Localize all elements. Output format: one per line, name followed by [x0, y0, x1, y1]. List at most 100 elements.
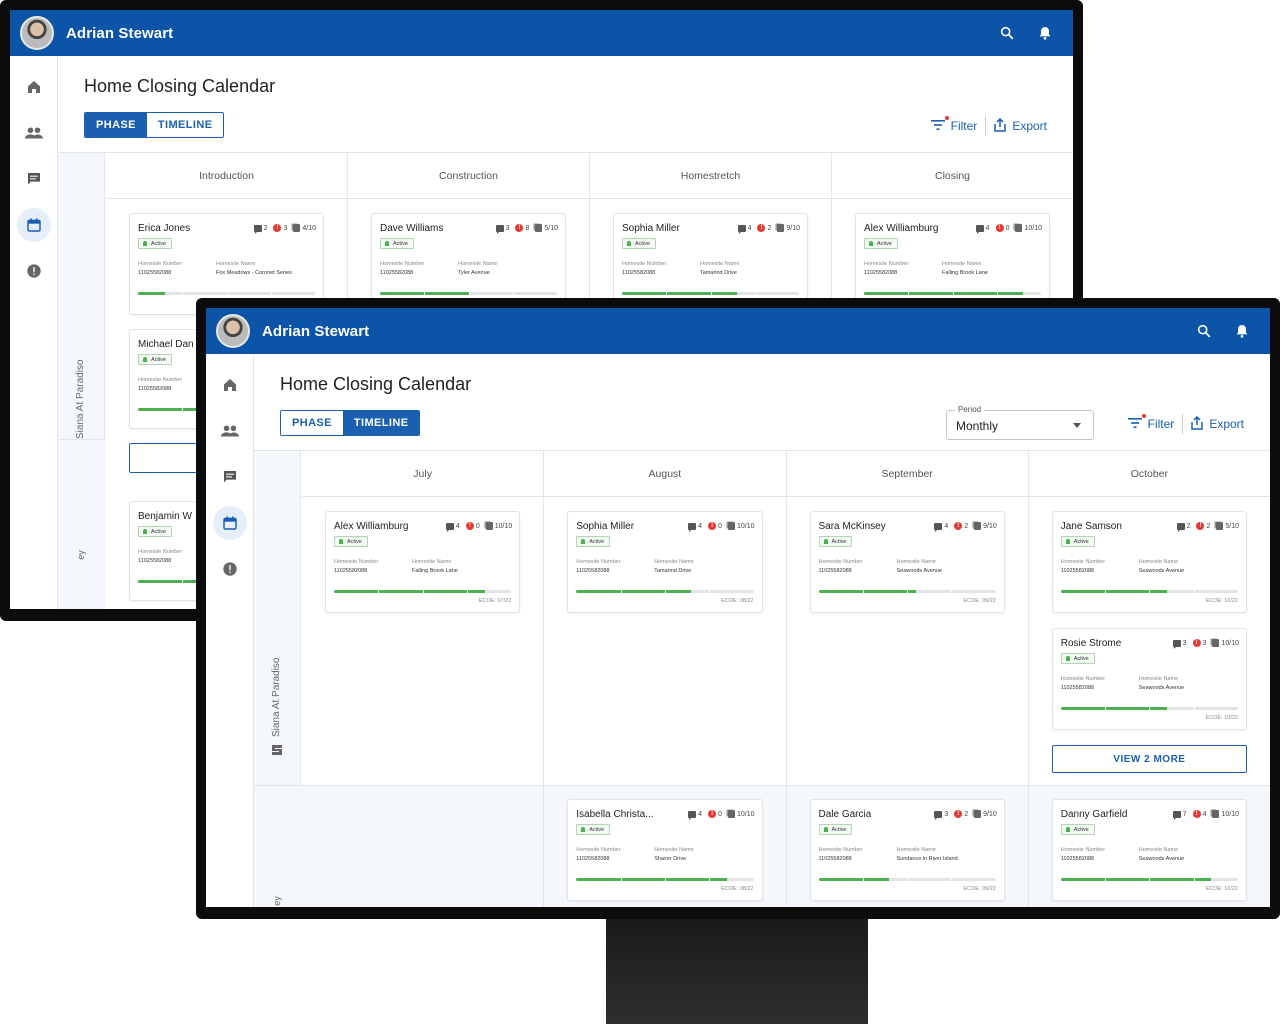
sidebar: [10, 56, 58, 609]
alert-icon: !: [1192, 639, 1201, 647]
chat-icon: [1172, 639, 1181, 649]
people-icon[interactable]: [10, 110, 57, 156]
person-icon: [581, 539, 586, 544]
document-icon: [535, 224, 543, 232]
people-icon[interactable]: [206, 408, 253, 454]
progress-bar: [576, 590, 754, 593]
ecoe-date: ECOE: 09/22: [963, 598, 996, 604]
homesite-card[interactable]: Alex Williamburg 4 ! 0 10/10 Active Homes…: [325, 511, 521, 613]
filter-label: Filter: [1147, 417, 1175, 431]
search-icon[interactable]: [1186, 313, 1222, 349]
alert-icon: !: [273, 224, 282, 232]
tab-phase[interactable]: PHASE: [281, 411, 343, 435]
card-name: Alex Williamburg: [334, 521, 409, 532]
period-select[interactable]: Period Monthly: [946, 405, 1094, 440]
view-more-button[interactable]: VIEW 2 MORE: [1051, 745, 1247, 773]
progress-bar: [138, 292, 315, 295]
ecoe-date: ECOE: 08/22: [721, 886, 754, 892]
bell-icon[interactable]: [1027, 15, 1063, 51]
card-name: Isabella Christa...: [576, 809, 654, 820]
alert-count: 3: [283, 224, 288, 232]
card-name: Dave Williams: [380, 223, 444, 234]
calendar-icon[interactable]: [10, 202, 57, 248]
status-badge: Active: [138, 238, 172, 249]
tab-timeline[interactable]: TIMELINE: [146, 113, 224, 137]
homesite-card[interactable]: Isabella Christa... 4 ! 0 10/10 Active Ho…: [567, 799, 763, 901]
chat-icon[interactable]: [206, 454, 253, 500]
bell-icon[interactable]: [1224, 313, 1260, 349]
homesite-number: Homesite Number 11025582088: [818, 847, 863, 862]
search-icon[interactable]: [989, 15, 1025, 51]
filter-icon: [1127, 413, 1146, 432]
card-name: Alex Williamburg: [864, 223, 939, 234]
view-toggle: PHASE TIMELINE: [84, 112, 225, 138]
alert-icon: !: [1196, 522, 1205, 530]
homesite-card[interactable]: Sophia Miller 4 ! 0 10/10 Active Homesite…: [567, 511, 763, 613]
homesite-card[interactable]: Rosie Strome 3 ! 3 10/10 Active Homesite …: [1051, 628, 1247, 730]
home-icon[interactable]: [10, 64, 57, 110]
export-button[interactable]: Export: [1191, 415, 1244, 433]
homesite-card[interactable]: Jane Samson 2 ! 2 5/10 Active Homesite Nu…: [1051, 511, 1247, 613]
progress-bar: [1060, 590, 1238, 593]
chat-icon: [495, 224, 504, 234]
timeline-board: Siana At Paradiso ey July Alex Williambu…: [254, 450, 1270, 907]
tab-timeline[interactable]: TIMELINE: [342, 411, 420, 435]
card-name: Benjamin W: [138, 511, 192, 522]
card-stats: 3 ! 3 10/10: [1170, 639, 1239, 649]
lane-2-name: ey: [271, 896, 282, 906]
avatar[interactable]: [20, 16, 54, 50]
alert-icon[interactable]: [206, 546, 253, 592]
export-icon: [994, 117, 1007, 135]
homesite-name: Homesite Name Seawoods Avenue: [1138, 847, 1185, 862]
status-badge: Active: [818, 536, 853, 547]
export-button[interactable]: Export: [994, 117, 1047, 135]
ecoe-date: ECOE: 08/22: [721, 598, 754, 604]
front-monitor: Adrian Stewart Home Closing Calendar PHA…: [196, 298, 1280, 919]
filter-button[interactable]: Filter: [930, 115, 977, 134]
homesite-number: Homesite Number 11025582088: [1060, 847, 1106, 862]
homesite-card[interactable]: Sara McKinsey 4 ! 2 9/10 Active Homesite …: [809, 511, 1005, 613]
status-badge: Active: [380, 238, 414, 249]
person-icon: [385, 241, 389, 246]
alert-icon[interactable]: [10, 248, 57, 294]
user-name: Adrian Stewart: [262, 322, 370, 340]
card-stats: 4 ! 0 10/10: [685, 810, 755, 820]
main: Home Closing Calendar PHASE TIMELINE Per…: [254, 354, 1270, 907]
calendar-icon[interactable]: [206, 500, 253, 546]
filter-button[interactable]: Filter: [1127, 413, 1175, 432]
person-icon: [1065, 539, 1070, 544]
ecoe-date: ECOE: 10/22: [1205, 886, 1238, 892]
homesite-card[interactable]: Danny Garfield 7 ! 4 10/10 Active Homesit…: [1051, 799, 1247, 901]
homesite-number: Homesite Number 11025582088: [138, 377, 183, 392]
homesite-number: Homesite Number 11025582088: [380, 261, 425, 276]
person-icon: [339, 539, 343, 544]
chat-icon: [975, 224, 984, 234]
homesite-number: Homesite Number 11025582088: [622, 261, 667, 276]
homesite-number: Homesite Number 11025582088: [138, 261, 183, 276]
chat-icon[interactable]: [10, 156, 57, 202]
column-header: Introduction: [106, 153, 347, 199]
status-badge: Active: [138, 354, 172, 365]
column-header: July: [302, 451, 544, 497]
view-toggle: PHASE TIMELINE: [280, 410, 421, 436]
tab-phase[interactable]: PHASE: [85, 113, 147, 137]
homesite-number: Homesite Number 11025582088: [1060, 676, 1106, 691]
person-icon: [143, 529, 147, 534]
document-icon: [1015, 224, 1023, 232]
chat-icon: [445, 522, 454, 532]
home-icon[interactable]: [206, 362, 253, 408]
homesite-number: Homesite Number 11025582088: [576, 559, 621, 574]
column-header: August: [544, 451, 786, 497]
card-name: Danny Garfield: [1060, 809, 1128, 820]
homesite-name: Homesite Name Seawoods Avenue: [1138, 676, 1185, 691]
person-icon: [1065, 827, 1070, 832]
chat-icon: [688, 810, 697, 820]
homesite-card[interactable]: Dale Garcia 3 ! 2 9/10 Active Homesite Nu…: [809, 799, 1005, 901]
column-september: September Sara McKinsey 4 ! 2 9/10 Active…: [786, 451, 1029, 907]
status-badge: Active: [334, 536, 368, 547]
person-icon: [627, 241, 631, 246]
avatar[interactable]: [216, 314, 250, 348]
chat-icon: [737, 224, 746, 234]
ecoe-date: ECOE: 07/22: [478, 598, 512, 604]
front-screen: Adrian Stewart Home Closing Calendar PHA…: [206, 308, 1270, 907]
